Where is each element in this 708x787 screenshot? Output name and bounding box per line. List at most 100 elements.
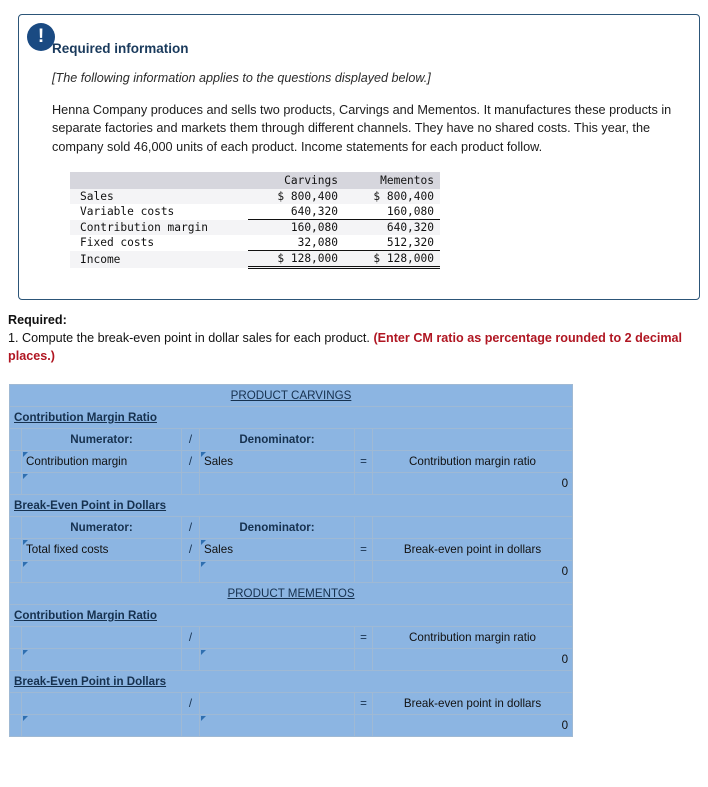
table-row: Sales $ 800,400 $ 800,400 (70, 189, 440, 205)
result-label-mementos-cmr: Contribution margin ratio (371, 626, 574, 649)
column-header-mementos: Mementos (344, 172, 440, 190)
row-value-mementos: 512,320 (344, 235, 440, 252)
gutter-cell (9, 472, 22, 495)
gutter-cell (9, 714, 22, 737)
equals-spacer (354, 714, 373, 737)
section-title-row-mementos: PRODUCT MEMENTOS (8, 582, 574, 605)
equals-operator: = (354, 450, 373, 473)
gutter-cell (9, 538, 22, 561)
row-value-mementos: $ 128,000 (344, 250, 440, 270)
equals-operator: = (354, 538, 373, 561)
equals-spacer (354, 560, 373, 583)
section-title-mementos: PRODUCT MEMENTOS (8, 582, 574, 605)
denominator-value-mementos-bep[interactable] (199, 714, 355, 737)
numerator-select-mementos-bep[interactable] (21, 692, 182, 715)
header-row-carvings-cmr: Numerator: / Denominator: (9, 428, 574, 451)
income-statement-head: Carvings Mementos (70, 172, 440, 190)
denominator-select-carvings-cmr[interactable]: Sales (199, 450, 355, 473)
result-value-mementos-bep: 0 (371, 714, 574, 737)
value-row-mementos-cmr: 0 (9, 648, 574, 671)
equals-spacer (354, 472, 373, 495)
required-question: 1. Compute the break-even point in dolla… (8, 330, 704, 366)
operator-spacer (354, 428, 373, 451)
row-value-mementos: $ 800,400 (373, 190, 434, 204)
table-header-row: Carvings Mementos (70, 172, 440, 190)
required-information-panel: ! Required information [The following in… (18, 14, 700, 300)
result-value-carvings-bep: 0 (371, 560, 574, 583)
exclamation-icon: ! (27, 23, 55, 51)
table-row: Income $ 128,000 $ 128,000 (70, 250, 440, 270)
section-title-row-carvings: PRODUCT CARVINGS (8, 384, 574, 407)
row-label: Sales (80, 190, 114, 204)
denominator-select-mementos-bep[interactable] (199, 692, 355, 715)
numerator-value-mementos-bep[interactable] (21, 714, 182, 737)
row-label: Contribution margin (80, 220, 208, 234)
subtitle-row-carvings-bep: Break-Even Point in Dollars (8, 494, 574, 517)
value-row-carvings-cmr: 0 (9, 472, 574, 495)
subtitle-row-mementos-bep: Break-Even Point in Dollars (8, 670, 574, 693)
row-value-mementos: 160,080 (344, 204, 440, 221)
numerator-value-mementos-cmr[interactable] (21, 648, 182, 671)
result-value-mementos-cmr: 0 (371, 648, 574, 671)
value-row-mementos-bep: 0 (9, 714, 574, 737)
denominator-header: Denominator: (199, 516, 355, 539)
row-value-carvings: 640,320 (248, 204, 344, 221)
divide-operator: / (181, 450, 200, 473)
value-row-carvings-bep: 0 (9, 560, 574, 583)
divide-spacer (181, 560, 200, 583)
equals-operator: = (354, 692, 373, 715)
row-label: Variable costs (80, 205, 175, 219)
scenario-paragraph: Henna Company produces and sells two pro… (52, 103, 672, 154)
gutter-cell (9, 516, 22, 539)
table-row: Variable costs 640,320 160,080 (70, 204, 440, 221)
denominator-value-carvings-bep[interactable] (199, 560, 355, 583)
subtitle-carvings-cmr: Contribution Margin Ratio (8, 406, 574, 429)
gutter-cell (9, 560, 22, 583)
divide-spacer (181, 472, 200, 495)
denominator-value-carvings-cmr[interactable] (199, 472, 355, 495)
numerator-select-carvings-cmr[interactable]: Contribution margin (21, 450, 182, 473)
required-question-text: 1. Compute the break-even point in dolla… (8, 330, 370, 345)
required-prompt: Required: 1. Compute the break-even poin… (8, 312, 704, 366)
divide-operator: / (181, 516, 200, 539)
divide-operator: / (181, 626, 200, 649)
numerator-header: Numerator: (21, 428, 182, 451)
divide-operator: / (181, 538, 200, 561)
table-row: Fixed costs 32,080 512,320 (70, 235, 440, 252)
numerator-select-carvings-bep[interactable]: Total fixed costs (21, 538, 182, 561)
income-statement-table: Carvings Mementos Sales $ 800,400 $ 800,… (70, 172, 440, 270)
required-label: Required: (8, 313, 67, 327)
numerator-value-carvings-cmr[interactable] (21, 472, 182, 495)
row-label: Income (80, 252, 121, 266)
denominator-select-carvings-bep[interactable]: Sales (199, 538, 355, 561)
subtitle-row-carvings-cmr: Contribution Margin Ratio (8, 406, 574, 429)
divide-spacer (181, 648, 200, 671)
result-header-spacer (371, 516, 574, 539)
denominator-header: Denominator: (199, 428, 355, 451)
result-label-carvings-cmr: Contribution margin ratio (371, 450, 574, 473)
row-value-carvings: 32,080 (248, 235, 344, 252)
row-label: Fixed costs (80, 236, 155, 250)
denominator-value-mementos-cmr[interactable] (199, 648, 355, 671)
subtitle-mementos-bep: Break-Even Point in Dollars (8, 670, 574, 693)
column-header-blank (70, 172, 248, 190)
denominator-select-mementos-cmr[interactable] (199, 626, 355, 649)
subtitle-carvings-bep: Break-Even Point in Dollars (8, 494, 574, 517)
gutter-cell (9, 450, 22, 473)
numerator-select-mementos-cmr[interactable] (21, 626, 182, 649)
result-label-carvings-bep: Break-even point in dollars (371, 538, 574, 561)
result-header-spacer (371, 428, 574, 451)
divide-operator: / (181, 428, 200, 451)
divide-operator: / (181, 692, 200, 715)
gutter-cell (9, 648, 22, 671)
income-statement-body: Sales $ 800,400 $ 800,400 Variable costs… (70, 189, 440, 270)
operator-spacer (354, 516, 373, 539)
row-value-carvings: $ 128,000 (248, 250, 344, 270)
numerator-value-carvings-bep[interactable] (21, 560, 182, 583)
row-value-carvings: $ 800,400 (277, 190, 338, 204)
formula-row-carvings-bep: Total fixed costs / Sales = Break-even p… (9, 538, 574, 561)
subtitle-mementos-cmr: Contribution Margin Ratio (8, 604, 574, 627)
panel-body: Required information [The following info… (19, 15, 699, 270)
numerator-header: Numerator: (21, 516, 182, 539)
divide-spacer (181, 714, 200, 737)
